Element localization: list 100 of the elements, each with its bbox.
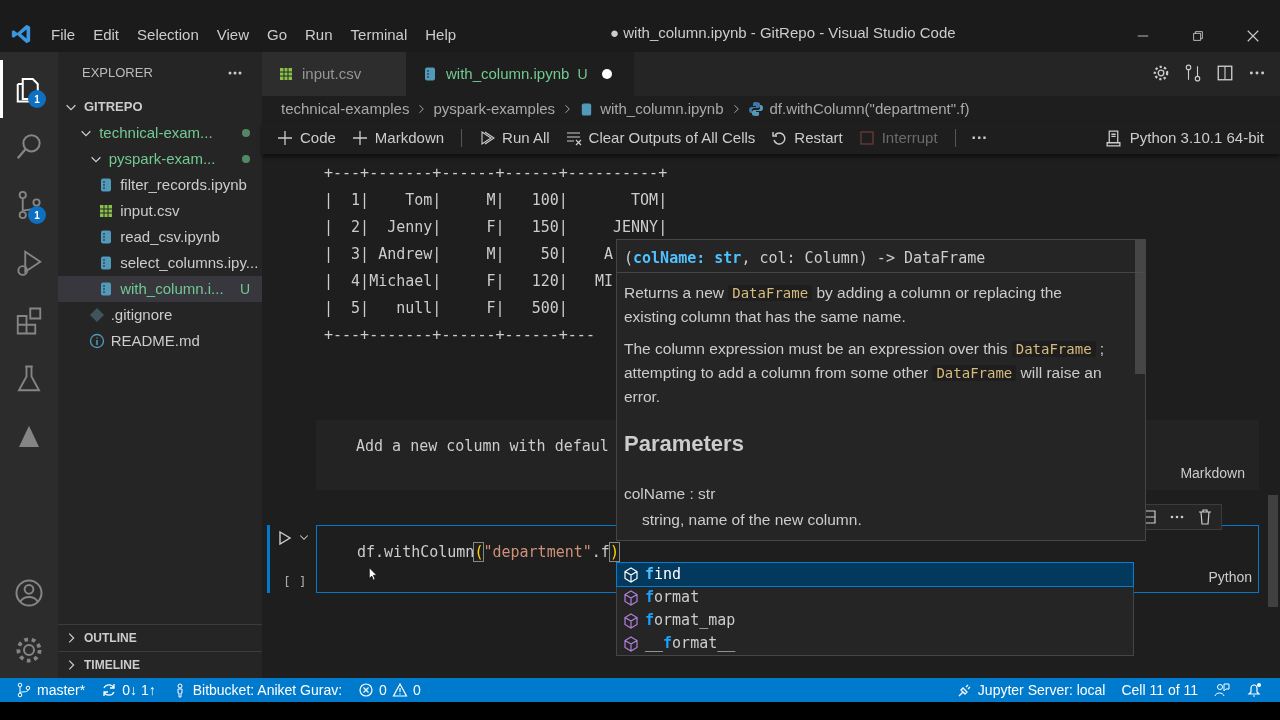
account-icon[interactable] — [14, 577, 44, 608]
plug-icon — [956, 682, 973, 698]
toolbar-button[interactable]: Run All — [474, 124, 555, 152]
output-line: | 4|Michael| F| 120| MI — [324, 270, 613, 291]
stop-icon — [858, 130, 875, 146]
more-button[interactable]: ··· — [967, 126, 992, 150]
focus-indicator — [267, 525, 270, 593]
close-icon[interactable] — [1245, 29, 1260, 43]
tree-item[interactable]: read_csv.ipynb — [58, 224, 262, 250]
run-cell-icon[interactable] — [277, 530, 293, 546]
tree-item[interactable]: .gitignore — [58, 302, 262, 328]
scrollbar-thumb[interactable] — [1268, 495, 1278, 607]
server-icon — [1104, 129, 1122, 147]
menu-item[interactable]: Edit — [84, 23, 129, 46]
suggestion-item[interactable]: format_map — [617, 609, 1133, 632]
cube-icon — [623, 635, 639, 652]
tree-item[interactable]: pyspark-exam... — [58, 146, 262, 172]
status-item[interactable]: Bitbucket: Aniket Gurav: — [163, 678, 351, 702]
breadcrumb[interactable]: pyspark-examples — [433, 97, 556, 121]
output-line: | 1| Tom| M| 100| TOM| — [324, 189, 668, 210]
toolbar-button[interactable]: Clear Outputs of All Cells — [560, 124, 761, 152]
restart-icon — [771, 130, 788, 146]
restore-icon[interactable] — [1190, 29, 1205, 43]
status-item[interactable]: 0↓ 1↑ — [93, 678, 164, 702]
cube-icon — [623, 589, 639, 606]
run-all-icon — [479, 130, 496, 146]
notebook-icon — [422, 66, 438, 82]
hover-heading: Parameters — [624, 430, 745, 458]
active-indicator — [0, 60, 3, 118]
breadcrumb[interactable]: with_column.ipynb — [579, 97, 724, 121]
output-line: | 5| null| F| 500| — [324, 297, 568, 318]
status-item[interactable]: master* — [8, 678, 94, 702]
status-item[interactable]: Jupyter Server: local — [948, 678, 1114, 702]
tree-header[interactable]: GITREPO — [58, 94, 262, 120]
cell-language[interactable]: Markdown — [1180, 463, 1245, 484]
menu-item[interactable]: View — [207, 23, 258, 46]
count-badge: 1 — [28, 90, 46, 108]
menu-item[interactable]: Go — [258, 23, 296, 46]
toolbar-button[interactable]: Code — [272, 124, 341, 152]
menu-item[interactable]: Terminal — [341, 23, 417, 46]
sidebar-title: EXPLORER — [82, 64, 153, 83]
feedback-icon — [1214, 682, 1230, 698]
status-item[interactable]: Cell 11 of 11 — [1113, 678, 1206, 702]
cell-language[interactable]: Python — [1208, 567, 1252, 588]
plus-icon — [351, 130, 368, 146]
cube-icon — [623, 566, 639, 583]
breadcrumb[interactable]: technical-examples — [281, 97, 410, 121]
compare-icon[interactable] — [1184, 64, 1202, 82]
info-icon — [88, 333, 105, 349]
hover-paragraph: The column expression must be an expression over this DataFrame ; attempting to add a column from some other DataFrame will raise an error. — [624, 339, 1106, 407]
output-line: +---+-------+------+------+----------+ — [324, 162, 668, 183]
trash-icon[interactable] — [1197, 509, 1213, 525]
status-letter: U — [239, 279, 250, 299]
editor-tab[interactable]: with_column.ipynb U — [406, 52, 634, 96]
tree-item[interactable]: input.csv — [58, 198, 262, 224]
menu-item[interactable]: Selection — [128, 23, 208, 46]
pointer-icon — [368, 567, 378, 581]
count-badge: 1 — [28, 206, 46, 224]
search-icon[interactable] — [15, 132, 43, 162]
parameter-name: colName : str — [624, 484, 717, 504]
status-letter: U — [577, 64, 588, 84]
settings-icon[interactable] — [1152, 64, 1170, 82]
app-logo-icon — [10, 23, 32, 45]
output-line: +---+-------+------+------+--- — [324, 324, 595, 345]
tree-item[interactable]: README.md — [58, 328, 262, 354]
table-icon — [98, 203, 115, 219]
menu-item[interactable]: File — [42, 23, 85, 46]
status-item[interactable]: 0 0 — [350, 678, 429, 702]
kernel-picker[interactable]: Python 3.10.1 64-bit — [1104, 126, 1264, 150]
markdown-text: Add a new column with defaul — [356, 436, 609, 457]
flask-icon[interactable] — [15, 364, 43, 394]
editor-tab[interactable]: input.csv — [262, 52, 406, 96]
cube-icon — [623, 612, 639, 629]
bell-icon — [1246, 682, 1262, 698]
suggestion-item[interactable]: __format__ — [617, 632, 1133, 655]
table-icon — [278, 66, 294, 82]
tree-item[interactable]: technical-exam... — [58, 120, 262, 146]
extensions-icon[interactable] — [15, 306, 43, 336]
error-icon — [358, 682, 375, 698]
split-editor-icon[interactable] — [1216, 64, 1234, 82]
output-line: | 3| Andrew| M| 50| A — [324, 243, 613, 264]
execution-count: [ ] — [283, 573, 307, 591]
toolbar-button[interactable]: Restart — [766, 124, 848, 152]
branch-icon — [16, 682, 32, 698]
python-icon — [747, 101, 764, 117]
run-debug-icon[interactable] — [15, 248, 43, 278]
output-line: | 2| Jenny| F| 150| JENNY| — [324, 216, 668, 237]
toolbar-button[interactable]: Markdown — [346, 124, 450, 152]
breadcrumb[interactable]: df.withColumn("department".f) — [747, 97, 970, 121]
suggestion-item[interactable]: find — [617, 563, 1133, 586]
tree-item[interactable]: select_columns.ipy... — [58, 250, 262, 276]
code-line: df.withColumn("department".f) — [357, 542, 619, 563]
menu-item[interactable]: Run — [296, 23, 342, 46]
warning-icon — [391, 682, 408, 698]
tree-item[interactable]: with_column.i... U — [58, 276, 262, 302]
clear-outputs-icon — [565, 130, 582, 146]
sync-icon — [101, 682, 118, 698]
scrollbar-thumb[interactable] — [1135, 240, 1145, 374]
menu-item[interactable]: Help — [416, 23, 466, 46]
tree-item[interactable]: filter_records.ipynb — [58, 172, 262, 198]
